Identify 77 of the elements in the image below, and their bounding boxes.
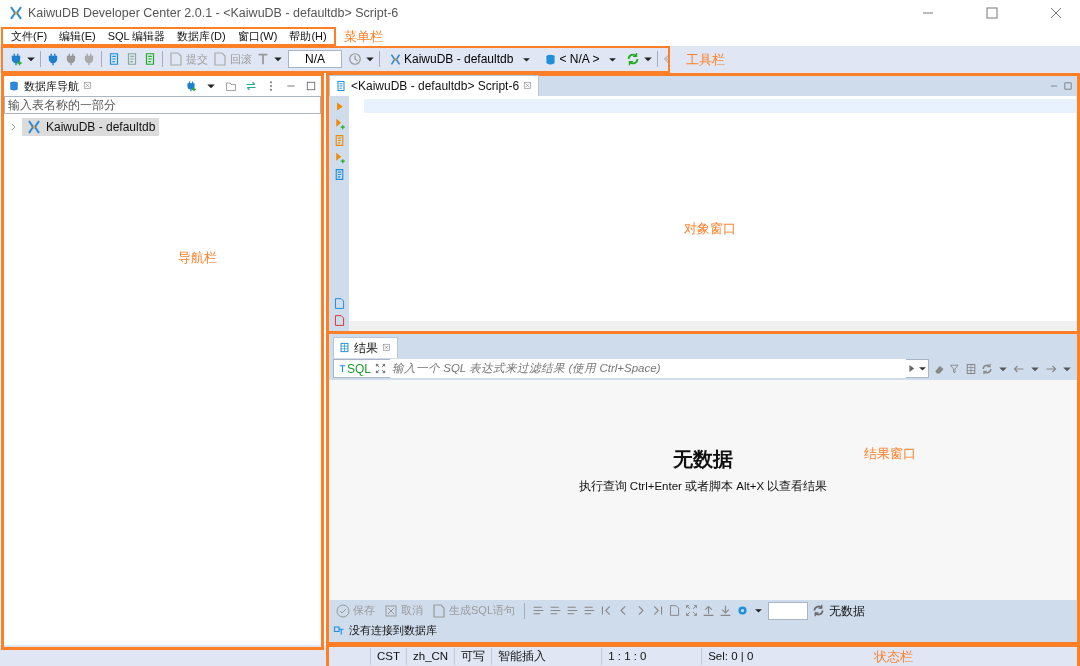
script-icon[interactable] <box>107 52 121 67</box>
maximize-icon[interactable] <box>305 79 317 92</box>
status-cell: CST <box>370 647 406 666</box>
plug-icon[interactable] <box>64 52 78 67</box>
document-icon <box>212 51 228 68</box>
connection-status: 没有连接到数据库 <box>349 622 437 638</box>
empty-title: 无数据 <box>673 446 733 472</box>
toolbar-combo[interactable]: < N/A > <box>542 50 621 69</box>
annotation-label: 对象窗口 <box>684 219 736 238</box>
status-cell: 智能插入 <box>491 647 602 666</box>
horizontal-scrollbar[interactable] <box>349 320 1077 331</box>
editor-tab[interactable]: <KaiwuDB - defaultdb> Script-6 <box>329 74 540 96</box>
connection-field[interactable]: N/A <box>288 50 342 69</box>
filter-icon[interactable] <box>949 362 961 375</box>
new-connection-icon[interactable] <box>185 79 197 92</box>
copy-icon[interactable] <box>668 604 681 618</box>
database-icon <box>544 52 558 66</box>
results-tab[interactable]: 结果 <box>333 336 398 358</box>
annotation-label: 工具栏 <box>686 50 725 69</box>
table-icon[interactable] <box>965 362 977 375</box>
run-icon[interactable] <box>906 363 917 374</box>
row-limit-field[interactable] <box>768 601 808 620</box>
document-icon <box>431 602 447 619</box>
expand-icon[interactable] <box>375 363 386 374</box>
status-cell: 可写 <box>454 647 492 666</box>
first-page-icon[interactable] <box>600 604 613 618</box>
tree-item[interactable]: KaiwuDB - defaultdb <box>22 117 160 136</box>
app-logo-icon <box>26 118 42 135</box>
status-cell: Sel: 0 | 0 <box>701 647 802 666</box>
disconnect-icon[interactable] <box>82 52 96 67</box>
menu-item[interactable]: SQL 编辑器 <box>103 28 170 45</box>
sync-icon[interactable] <box>981 362 993 375</box>
download-icon[interactable] <box>719 604 732 618</box>
expand-icon[interactable] <box>685 604 698 618</box>
cancel-icon <box>383 602 399 619</box>
menu-item[interactable]: 编辑(E) <box>55 28 100 45</box>
menu-item[interactable]: 数据库(D) <box>173 28 230 45</box>
check-icon <box>335 602 351 619</box>
table-icon <box>339 342 350 353</box>
close-icon <box>523 80 534 91</box>
annotation-label: 导航栏 <box>178 248 217 267</box>
annotation-label: 菜单栏 <box>344 27 383 46</box>
sql-label: SQL <box>334 359 375 378</box>
status-cell: 1 : 1 : 0 <box>601 647 702 666</box>
close-icon <box>83 80 93 91</box>
upload-icon[interactable] <box>702 604 715 618</box>
empty-hint: 执行查询 Ctrl+Enter 或者脚本 Alt+X 以查看结果 <box>578 478 828 494</box>
link-icon[interactable] <box>245 79 257 92</box>
menu-item[interactable]: 文件(F) <box>7 28 52 45</box>
panel-tab[interactable]: 数据库导航 <box>8 77 93 95</box>
folder-icon[interactable] <box>225 79 237 92</box>
last-page-icon[interactable] <box>651 604 664 618</box>
app-logo-icon <box>389 52 402 66</box>
row-count: 无数据 <box>829 602 865 620</box>
database-icon <box>8 79 20 92</box>
connection-icon <box>333 623 345 636</box>
close-icon <box>382 342 392 353</box>
annotation-label: 结果窗口 <box>864 444 916 463</box>
window-title: KaiwuDB Developer Center 2.0.1 - <KaiwuDB - defaultdb> Script-6 <box>28 5 399 22</box>
annotation-label: 状态栏 <box>874 648 913 666</box>
script-icon[interactable] <box>143 52 157 67</box>
expand-icon[interactable] <box>8 121 18 132</box>
connect-icon[interactable] <box>46 52 60 67</box>
menu-item[interactable]: 窗口(W) <box>233 28 282 45</box>
app-logo-icon <box>8 5 24 22</box>
refresh-icon[interactable] <box>812 604 825 618</box>
document-icon <box>168 51 184 68</box>
toolbar-combo[interactable]: KaiwuDB - defaultdb <box>387 50 535 69</box>
filter-field[interactable]: SQL 输入一个 SQL 表达式来过滤结果 (使用 Ctrl+Space) <box>333 359 929 378</box>
script-icon[interactable] <box>125 52 139 67</box>
menu-item[interactable]: 帮助(H) <box>285 28 331 45</box>
error-log-icon[interactable] <box>332 313 346 327</box>
filter-field[interactable]: 输入表名称的一部分 <box>4 95 321 114</box>
export-icon[interactable] <box>332 296 346 310</box>
script-icon <box>335 79 347 92</box>
status-cell: zh_CN <box>406 647 455 666</box>
text-icon <box>338 364 347 373</box>
